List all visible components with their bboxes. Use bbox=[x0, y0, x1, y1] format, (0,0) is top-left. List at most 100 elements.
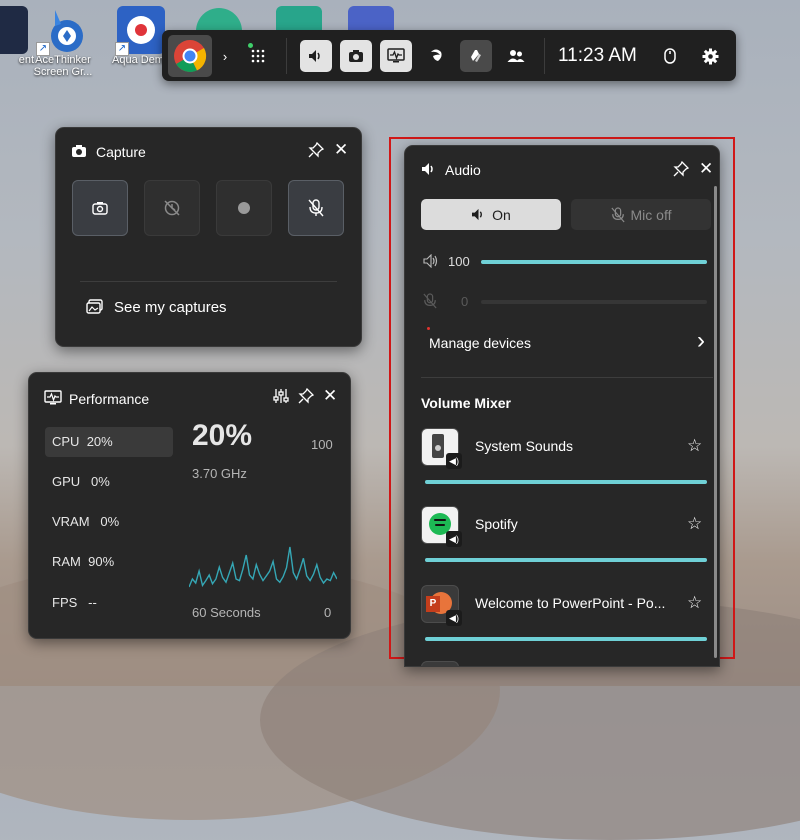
speaker-volume-slider[interactable] bbox=[481, 260, 707, 264]
mic-muted-icon bbox=[423, 293, 437, 312]
speaker-icon bbox=[472, 208, 483, 221]
game-bar: › 11:23 AM bbox=[162, 30, 736, 81]
performance-icon bbox=[44, 390, 62, 409]
pin-icon[interactable] bbox=[673, 160, 690, 180]
chevron-right-icon: › bbox=[222, 48, 228, 64]
cpu-usage-graph bbox=[189, 546, 337, 588]
perf-row-label: FPS bbox=[52, 595, 78, 610]
speaker-badge-icon: ◀) bbox=[446, 453, 462, 469]
settings-button[interactable] bbox=[694, 40, 726, 72]
cpu-big-value: 20% bbox=[192, 419, 253, 452]
desktop-icon-label-line2: Screen Gr... bbox=[33, 66, 93, 78]
powerpoint-icon: P ◀) bbox=[421, 585, 462, 626]
desktop-icon-label: ent bbox=[18, 54, 34, 66]
pin-icon[interactable] bbox=[298, 387, 315, 407]
graph-min-label: 0 bbox=[324, 605, 332, 620]
close-icon[interactable]: ✕ bbox=[334, 140, 348, 160]
perf-row-fps[interactable]: FPS -- bbox=[45, 588, 173, 618]
divider bbox=[80, 281, 337, 282]
capture-widget-button[interactable] bbox=[340, 40, 372, 72]
speaker-badge-icon: ◀) bbox=[446, 610, 462, 626]
widget-title: Audio bbox=[445, 162, 481, 178]
capture-widget: Capture ✕ See my captures bbox=[55, 127, 362, 347]
desktop-icon-1[interactable]: ent bbox=[0, 6, 34, 66]
cpu-frequency: 3.70 GHz bbox=[192, 466, 247, 481]
perf-row-vram[interactable]: VRAM 0% bbox=[45, 507, 173, 537]
manage-devices-link[interactable]: Manage devices › bbox=[421, 326, 705, 358]
people-button[interactable] bbox=[500, 40, 532, 72]
see-my-captures-link[interactable]: See my captures bbox=[86, 296, 227, 318]
spotify-widget-button[interactable] bbox=[460, 40, 492, 72]
settings-icon bbox=[702, 48, 718, 64]
speaker-on-button[interactable]: On bbox=[421, 199, 561, 230]
performance-widget-button[interactable] bbox=[380, 40, 412, 72]
speaker-badge-icon: ◀) bbox=[446, 531, 462, 547]
cpu-max-value: 100 bbox=[311, 437, 333, 452]
record-last-icon bbox=[164, 200, 180, 216]
mouse-button[interactable] bbox=[654, 40, 686, 72]
widget-menu-button[interactable] bbox=[242, 40, 274, 72]
perf-row-label: RAM bbox=[52, 554, 81, 569]
camera-icon bbox=[349, 50, 363, 62]
perf-row-label: VRAM bbox=[52, 514, 90, 529]
pin-icon[interactable] bbox=[308, 141, 325, 161]
perf-row-value: 0% bbox=[91, 474, 110, 489]
xbox-social-button[interactable] bbox=[420, 40, 452, 72]
favorite-star-icon[interactable]: ☆ bbox=[687, 436, 702, 456]
mic-volume-slider[interactable] bbox=[481, 300, 707, 304]
speaker-icon bbox=[309, 50, 320, 62]
perf-row-label: CPU bbox=[52, 434, 80, 449]
perf-row-value: 20% bbox=[86, 434, 113, 449]
volume-mixer-title: Volume Mixer bbox=[421, 395, 511, 411]
speaker-on-label: On bbox=[492, 206, 511, 223]
mixer-item-name: Spotify bbox=[475, 516, 518, 532]
people-icon bbox=[507, 50, 525, 62]
mixer-volume-slider[interactable] bbox=[425, 480, 707, 484]
notification-dot bbox=[248, 43, 253, 48]
perf-row-value: 0% bbox=[100, 514, 120, 529]
expand-button[interactable]: › bbox=[216, 40, 234, 72]
perf-row-label: GPU bbox=[52, 474, 81, 489]
mic-off-icon bbox=[610, 206, 625, 222]
widget-menu-icon bbox=[251, 49, 265, 63]
shortcut-arrow-icon: ↗ bbox=[36, 42, 50, 56]
scrollbar[interactable] bbox=[714, 186, 717, 658]
camera-icon bbox=[71, 144, 87, 161]
chrome-button[interactable] bbox=[168, 35, 212, 77]
mixer-volume-slider[interactable] bbox=[425, 558, 707, 562]
perf-row-cpu[interactable]: CPU 20% bbox=[45, 427, 173, 457]
options-icon[interactable] bbox=[273, 388, 289, 407]
system-sounds-icon: ◀) bbox=[421, 428, 462, 469]
screenshot-button[interactable] bbox=[72, 180, 128, 236]
start-recording-button[interactable] bbox=[216, 180, 272, 236]
perf-row-ram[interactable]: RAM 90% bbox=[45, 547, 173, 577]
gallery-icon bbox=[86, 299, 103, 314]
close-icon[interactable]: ✕ bbox=[323, 386, 337, 406]
mic-off-icon bbox=[308, 199, 324, 217]
favorite-star-icon[interactable]: ☆ bbox=[687, 514, 702, 534]
speaker-volume-value: 100 bbox=[448, 254, 470, 269]
audio-widget: Audio ✕ On Mic off 100 0 Manage devices … bbox=[404, 145, 720, 667]
chrome-icon bbox=[174, 40, 207, 72]
perf-row-value: 90% bbox=[88, 554, 115, 569]
close-icon[interactable]: ✕ bbox=[699, 159, 713, 179]
desktop-icon-acethinker[interactable]: ↗ AceThinker Screen Gr... bbox=[32, 6, 94, 78]
audio-widget-button[interactable] bbox=[300, 40, 332, 72]
clock: 11:23 AM bbox=[558, 45, 637, 66]
mic-off-label: Mic off bbox=[630, 206, 672, 223]
performance-widget: Performance ✕ CPU 20% GPU 0% VRAM 0% RAM… bbox=[28, 372, 351, 639]
camera-icon bbox=[92, 202, 108, 215]
mic-volume-value: 0 bbox=[461, 294, 469, 309]
perf-row-gpu[interactable]: GPU 0% bbox=[45, 467, 173, 497]
mixer-volume-slider[interactable] bbox=[425, 637, 707, 641]
mic-toggle-button[interactable] bbox=[288, 180, 344, 236]
xbox-social-icon bbox=[431, 49, 442, 61]
record-last-button[interactable] bbox=[144, 180, 200, 236]
mixer-item-name: Welcome to PowerPoint - Po... bbox=[475, 595, 666, 611]
mixer-item-name: System Sounds bbox=[475, 438, 574, 454]
favorite-star-icon[interactable]: ☆ bbox=[687, 593, 702, 613]
speaker-volume-fill bbox=[481, 260, 707, 264]
volume-icon bbox=[423, 253, 439, 271]
mixer-item-partial[interactable] bbox=[421, 661, 459, 666]
mic-off-button[interactable]: Mic off bbox=[571, 199, 711, 230]
